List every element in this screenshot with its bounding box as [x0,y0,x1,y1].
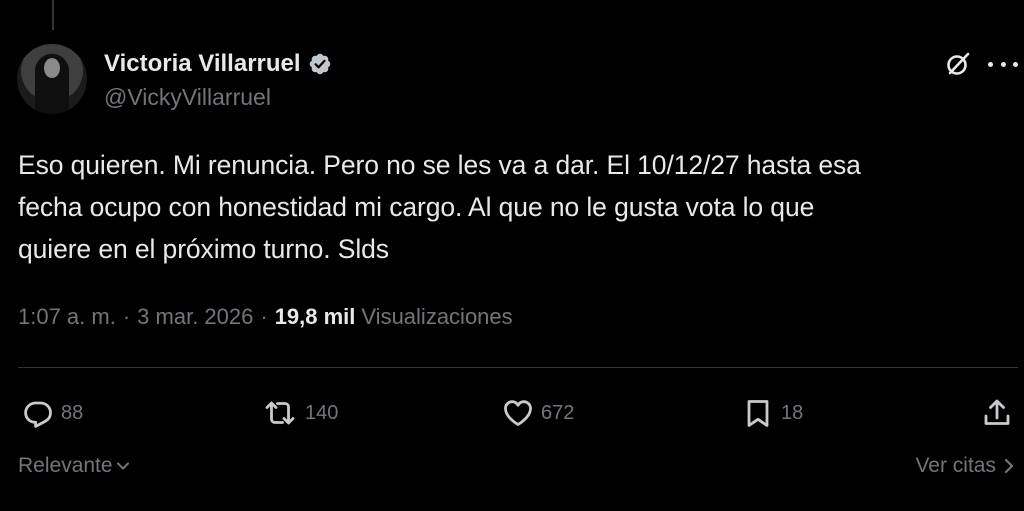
grok-icon[interactable] [944,50,972,78]
repost-count: 140 [305,401,339,424]
more-dot-1 [988,61,993,67]
meta-separator: · [122,304,131,329]
chevron-down-icon [116,462,129,470]
tweet-date[interactable]: 3 mar. 2026 [137,304,253,330]
avatar[interactable] [17,44,87,114]
views-label[interactable]: Visualizaciones [361,304,512,330]
sort-label: Relevante [18,454,113,477]
author-display-name[interactable]: Victoria Villarruel [104,50,301,78]
tweet-metadata: 1:07 a. m. · 3 mar. 2026 · 19,8 mil Visu… [18,304,513,330]
reply-count: 88 [61,401,84,424]
heart-icon [504,400,532,426]
divider [18,367,1018,368]
meta-separator: · [260,304,268,329]
view-quotes-label: Ver citas [915,454,996,477]
like-count: 672 [541,401,575,424]
more-dot-3 [1013,61,1018,67]
repost-button[interactable]: 140 [262,393,338,433]
views-count[interactable]: 19,8 mil [275,304,356,330]
like-button[interactable]: 672 [502,393,574,433]
reply-icon [24,401,52,428]
avatar-face [44,58,60,78]
chevron-right-icon [1004,458,1014,474]
reply-button[interactable]: 88 [22,393,83,433]
more-dot-2 [1000,61,1006,67]
more-options-icon[interactable] [988,50,1018,78]
bookmark-icon [747,400,769,427]
repost-icon [265,401,295,425]
bookmark-button[interactable]: 18 [742,393,803,433]
share-icon [984,399,1010,425]
author-handle[interactable]: @VickyVillarruel [104,84,271,111]
sort-replies-dropdown[interactable]: Relevante [18,454,131,478]
tweet-time[interactable]: 1:07 a. m. [18,304,116,330]
verified-badge-icon[interactable] [308,52,332,76]
thread-connector-line [52,0,54,30]
tweet-text: Eso quieren. Mi renuncia. Pero no se les… [18,150,861,264]
action-bar: 88 140 672 18 [0,393,1024,433]
view-quotes-link[interactable]: Ver citas [915,454,1016,478]
author-name-row: Victoria Villarruel [104,47,332,81]
bookmark-count: 18 [781,401,804,424]
share-button[interactable] [981,393,1013,433]
